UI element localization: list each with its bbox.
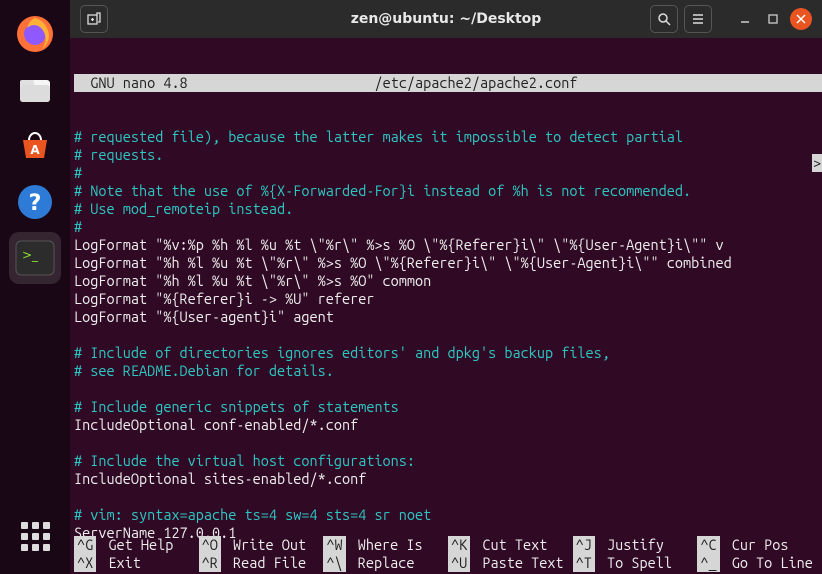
shortcut-where-is: ^W Where Is bbox=[323, 536, 448, 554]
shortcut-get-help: ^G Get Help bbox=[74, 536, 199, 554]
nano-shortcuts: ^G Get Help^X Exit^O Write Out^R Read Fi… bbox=[74, 536, 822, 572]
editor-line bbox=[74, 326, 822, 344]
editor-line: # bbox=[74, 218, 822, 236]
launcher-firefox[interactable] bbox=[9, 8, 61, 60]
shortcut-cur-pos: ^C Cur Pos bbox=[697, 536, 822, 554]
launcher-software[interactable]: A bbox=[9, 120, 61, 172]
svg-text:>_: >_ bbox=[22, 248, 39, 262]
editor-line: LogFormat "%h %l %u %t \"%r\" %>s %O \"%… bbox=[74, 254, 822, 272]
editor-line: # Include of directories ignores editors… bbox=[74, 344, 822, 362]
shortcut-replace: ^\ Replace bbox=[323, 554, 448, 572]
shortcut-write-out: ^O Write Out bbox=[199, 536, 324, 554]
editor-line: LogFormat "%v:%p %h %l %u %t \"%r\" %>s … bbox=[74, 236, 822, 254]
editor-line: # requested file), because the latter ma… bbox=[74, 128, 822, 146]
editor-line: LogFormat "%h %l %u %t \"%r\" %>s %O" co… bbox=[74, 272, 822, 290]
shortcut-paste-text: ^U Paste Text bbox=[448, 554, 573, 572]
new-tab-button[interactable] bbox=[80, 5, 108, 33]
minimize-button[interactable] bbox=[734, 8, 756, 30]
window-title: zen@ubuntu: ~/Desktop bbox=[351, 11, 542, 27]
terminal-viewport[interactable]: GNU nano 4.8 /etc/apache2/apache2.conf #… bbox=[70, 38, 822, 574]
launcher-help[interactable]: ? bbox=[9, 176, 61, 228]
svg-text:A: A bbox=[30, 143, 40, 157]
line-continuation-icon: > bbox=[812, 154, 822, 172]
editor-line: # requests. bbox=[74, 146, 822, 164]
shortcut-exit: ^X Exit bbox=[74, 554, 199, 572]
launcher-files[interactable] bbox=[9, 64, 61, 116]
editor-line bbox=[74, 380, 822, 398]
editor-line: IncludeOptional sites-enabled/*.conf bbox=[74, 470, 822, 488]
editor-line: IncludeOptional conf-enabled/*.conf bbox=[74, 416, 822, 434]
editor-body: # requested file), because the latter ma… bbox=[74, 128, 822, 542]
editor-line: # see README.Debian for details. bbox=[74, 362, 822, 380]
shortcut-cut-text: ^K Cut Text bbox=[448, 536, 573, 554]
shortcut-go-to-line: ^_ Go To Line bbox=[697, 554, 822, 572]
close-button[interactable] bbox=[790, 8, 812, 30]
editor-line bbox=[74, 434, 822, 452]
editor-line: LogFormat "%{Referer}i -> %U" referer bbox=[74, 290, 822, 308]
editor-line bbox=[74, 488, 822, 506]
search-button[interactable] bbox=[650, 5, 678, 33]
launcher-terminal[interactable]: >_ bbox=[9, 232, 61, 284]
editor-line: # Include the virtual host configuration… bbox=[74, 452, 822, 470]
editor-line: # Use mod_remoteip instead. bbox=[74, 200, 822, 218]
editor-line: # vim: syntax=apache ts=4 sw=4 sts=4 sr … bbox=[74, 506, 822, 524]
ubuntu-launcher: A ? >_ bbox=[0, 0, 70, 574]
shortcut-to-spell: ^T To Spell bbox=[573, 554, 698, 572]
launcher-apps[interactable] bbox=[9, 510, 61, 562]
window-titlebar: zen@ubuntu: ~/Desktop bbox=[70, 0, 822, 38]
shortcut-justify: ^J Justify bbox=[573, 536, 698, 554]
menu-button[interactable] bbox=[684, 5, 712, 33]
shortcut-read-file: ^R Read File bbox=[199, 554, 324, 572]
editor-line: LogFormat "%{User-agent}i" agent bbox=[74, 308, 822, 326]
editor-line: # Note that the use of %{X-Forwarded-For… bbox=[74, 182, 822, 200]
nano-header: GNU nano 4.8 /etc/apache2/apache2.conf bbox=[74, 74, 822, 92]
svg-text:?: ? bbox=[29, 191, 42, 216]
editor-line: # bbox=[74, 164, 822, 182]
maximize-button[interactable] bbox=[762, 8, 784, 30]
editor-line: # Include generic snippets of statements bbox=[74, 398, 822, 416]
